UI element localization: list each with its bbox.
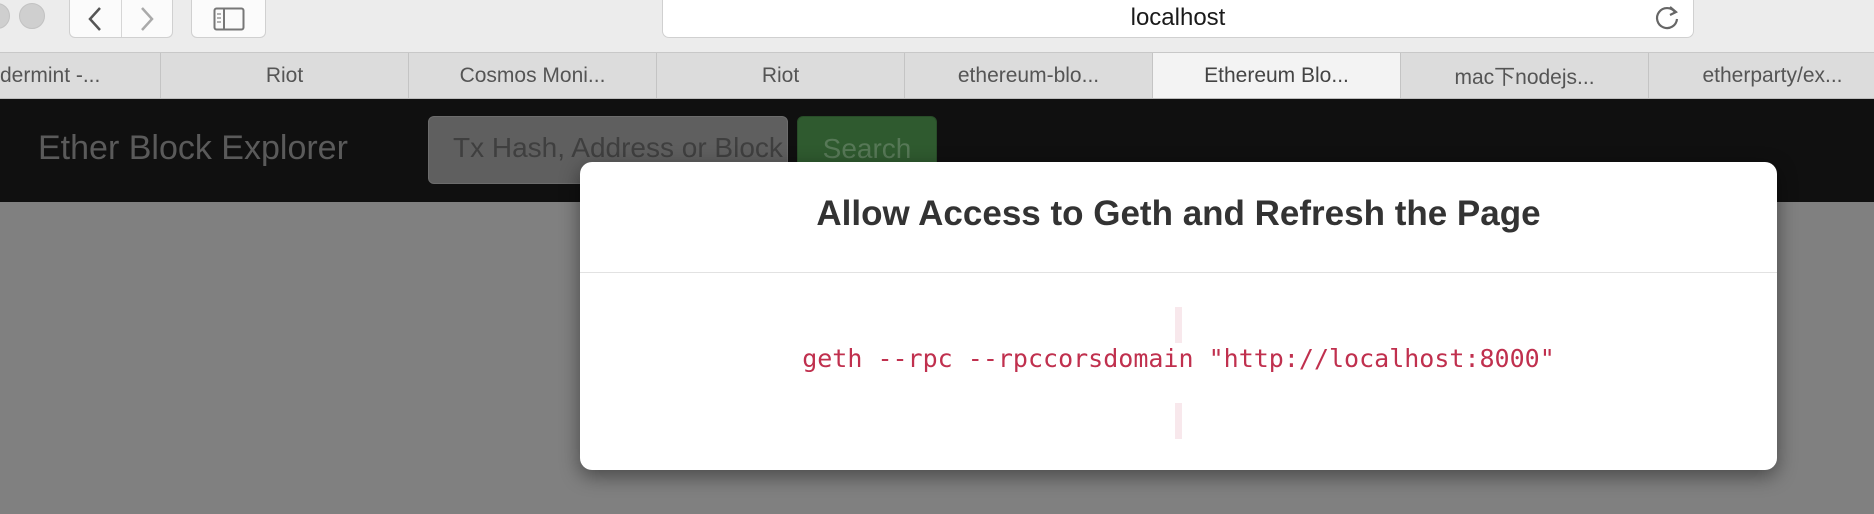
site-brand[interactable]: Ether Block Explorer [38, 129, 348, 168]
modal-divider [580, 272, 1777, 273]
tab-riot-1[interactable]: Riot [161, 53, 409, 98]
tab-mac-nodejs[interactable]: mac下nodejs... [1401, 53, 1649, 98]
geth-access-modal: Allow Access to Geth and Refresh the Pag… [580, 162, 1777, 470]
url-text: localhost [1130, 4, 1226, 31]
geth-command: geth --rpc --rpccorsdomain "http://local… [802, 344, 1555, 373]
window-button-yellow[interactable] [19, 3, 45, 29]
browser-toolbar: localhost [0, 0, 1874, 52]
tab-cosmos-monitor[interactable]: Cosmos Moni... [409, 53, 657, 98]
code-background [1175, 403, 1182, 439]
tab-etherparty[interactable]: etherparty/ex... [1649, 53, 1874, 98]
reload-icon [1655, 6, 1679, 30]
sidebar-icon [213, 7, 244, 30]
back-button[interactable] [70, 0, 121, 37]
tab-ethereum-blockchain[interactable]: ethereum-blo... [905, 53, 1153, 98]
modal-title: Allow Access to Geth and Refresh the Pag… [816, 194, 1541, 233]
tab-bar: dermint -... Riot Cosmos Moni... Riot et… [0, 52, 1874, 99]
forward-button[interactable] [120, 0, 173, 37]
window-button-red[interactable] [0, 3, 10, 29]
reload-button[interactable] [1651, 1, 1683, 38]
back-icon [88, 6, 102, 31]
code-background [1175, 307, 1182, 343]
nav-buttons [69, 0, 173, 38]
sidebar-button[interactable] [191, 0, 266, 38]
forward-icon [140, 6, 154, 31]
address-bar[interactable]: localhost [662, 0, 1694, 38]
tab-ethereum-block-explorer[interactable]: Ethereum Blo... [1153, 53, 1401, 98]
tab-tendermint[interactable]: dermint -... [0, 53, 161, 98]
tab-riot-2[interactable]: Riot [657, 53, 905, 98]
